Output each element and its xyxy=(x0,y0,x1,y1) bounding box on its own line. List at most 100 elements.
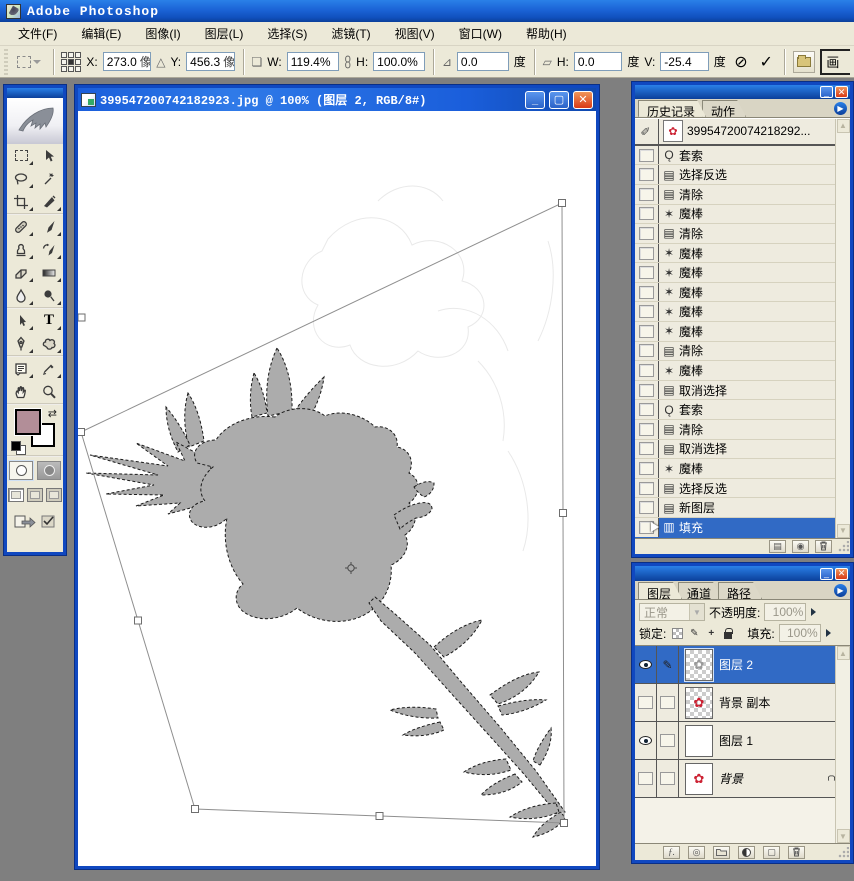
layers-close-button[interactable]: ✕ xyxy=(835,568,848,580)
fullscreen-menubar-button[interactable] xyxy=(27,488,43,502)
history-item[interactable]: ✶魔棒 xyxy=(635,302,835,322)
gradient-tool[interactable] xyxy=(35,261,63,284)
link-well[interactable] xyxy=(657,760,679,797)
layer-set-button[interactable] xyxy=(713,846,730,859)
tab-actions[interactable]: 动作 xyxy=(702,100,746,117)
layer-thumbnail[interactable]: ✿ xyxy=(685,649,713,681)
eyedropper-tool[interactable] xyxy=(35,357,63,380)
width-input[interactable]: 119.4% xyxy=(287,52,339,71)
default-colors-icon[interactable] xyxy=(11,441,25,453)
jump-to-imageready-icon[interactable] xyxy=(14,513,36,529)
eraser-tool[interactable] xyxy=(7,261,35,284)
notes-tool[interactable] xyxy=(7,357,35,380)
tab-paths[interactable]: 路径 xyxy=(718,582,762,599)
history-palette-titlebar[interactable]: _ ✕ xyxy=(635,85,850,99)
document-maximize-button[interactable]: ▢ xyxy=(549,91,569,109)
layer-row[interactable]: ✿ 背景 副本 xyxy=(635,684,835,722)
history-snapshot-row[interactable]: ✎ ✿ 39954720074218292... xyxy=(635,119,835,146)
imageready-check-icon[interactable] xyxy=(41,514,56,528)
blur-tool[interactable] xyxy=(7,284,35,307)
fill-input[interactable]: 100% xyxy=(779,624,821,642)
history-item[interactable]: ✶魔棒 xyxy=(635,283,835,303)
relative-position-toggle[interactable]: △ xyxy=(156,55,165,69)
menu-help[interactable]: 帮助(H) xyxy=(514,22,579,45)
x-input[interactable]: 273.0像 xyxy=(103,52,152,71)
transform-handle-top-mid[interactable] xyxy=(78,314,85,321)
tab-layers[interactable]: 图层 xyxy=(638,582,682,599)
slice-tool[interactable] xyxy=(35,190,63,213)
path-selection-tool[interactable] xyxy=(7,309,35,332)
swap-colors-icon[interactable]: ⇄ xyxy=(48,407,57,420)
document-minimize-button[interactable]: _ xyxy=(525,91,545,109)
history-item[interactable]: ▤清除 xyxy=(635,420,835,440)
history-close-button[interactable]: ✕ xyxy=(835,86,848,98)
healing-brush-tool[interactable] xyxy=(7,215,35,238)
palette-well-tab[interactable]: 画 xyxy=(820,49,850,75)
history-item[interactable]: Ǫ套索 xyxy=(635,146,835,166)
visibility-well[interactable] xyxy=(635,684,657,721)
file-browser-button[interactable] xyxy=(793,51,815,73)
document-close-button[interactable]: ✕ xyxy=(573,91,593,109)
layer-row-selected[interactable]: ✎ ✿ 图层 2 xyxy=(635,646,835,684)
rotate-input[interactable]: 0.0 xyxy=(457,52,509,71)
history-brush-tool[interactable] xyxy=(35,238,63,261)
type-tool[interactable]: T xyxy=(35,309,63,332)
menu-view[interactable]: 视图(V) xyxy=(383,22,447,45)
quick-mask-mode-button[interactable] xyxy=(37,461,61,480)
resize-grip[interactable] xyxy=(837,541,849,553)
photoshop-feather-logo[interactable] xyxy=(7,98,63,144)
scroll-up-icon[interactable]: ▲ xyxy=(837,119,850,133)
resize-grip[interactable] xyxy=(837,847,849,859)
hand-tool[interactable] xyxy=(7,380,35,403)
fullscreen-button[interactable] xyxy=(46,488,62,502)
transform-handle-bottom-mid[interactable] xyxy=(376,813,383,820)
layers-palette-titlebar[interactable]: _ ✕ xyxy=(635,566,850,581)
lock-all-icon[interactable] xyxy=(721,626,735,640)
history-item[interactable]: ▤选择反选 xyxy=(635,479,835,499)
pen-tool[interactable] xyxy=(7,332,35,355)
transform-tool-icon[interactable] xyxy=(15,51,44,73)
menu-filter[interactable]: 滤镜(T) xyxy=(319,22,382,45)
layers-scrollbar[interactable]: ▲ ▼ xyxy=(835,646,850,843)
history-item[interactable]: Ǫ套索 xyxy=(635,400,835,420)
link-dimensions-icon[interactable] xyxy=(344,54,352,70)
standard-mode-button[interactable] xyxy=(9,461,33,480)
link-well[interactable]: ✎ xyxy=(657,646,679,683)
delete-state-button[interactable] xyxy=(815,540,832,553)
custom-shape-tool[interactable] xyxy=(35,332,63,355)
history-item[interactable]: ✶魔棒 xyxy=(635,244,835,264)
toolbox-titlebar[interactable] xyxy=(7,88,63,98)
document-titlebar[interactable]: 399547200742182923.jpg @ 100% (图层 2, RGB… xyxy=(78,88,596,111)
brush-tool[interactable] xyxy=(35,215,63,238)
history-item[interactable]: ✶魔棒 xyxy=(635,361,835,381)
menu-edit[interactable]: 编辑(E) xyxy=(69,22,133,45)
scroll-down-icon[interactable]: ▼ xyxy=(837,524,850,538)
history-menu-button[interactable]: ▶ xyxy=(834,102,847,115)
zoom-tool[interactable] xyxy=(35,380,63,403)
magic-wand-tool[interactable] xyxy=(35,167,63,190)
menu-image[interactable]: 图像(I) xyxy=(133,22,192,45)
new-snapshot-button[interactable]: ◉ xyxy=(792,540,809,553)
transform-handle-bottom-right[interactable] xyxy=(561,820,568,827)
transform-handle-left[interactable] xyxy=(78,429,85,436)
opacity-input[interactable]: 100% xyxy=(764,603,806,621)
canvas[interactable] xyxy=(78,111,596,866)
tab-channels[interactable]: 通道 xyxy=(678,582,722,599)
history-source-well[interactable]: ✎ xyxy=(635,119,659,144)
move-tool[interactable] xyxy=(35,144,63,167)
tab-history[interactable]: 历史记录 xyxy=(638,100,706,117)
menu-layer[interactable]: 图层(L) xyxy=(193,22,256,45)
lasso-tool[interactable] xyxy=(7,167,35,190)
crop-tool[interactable] xyxy=(7,190,35,213)
visibility-well[interactable] xyxy=(635,722,657,759)
menu-file[interactable]: 文件(F) xyxy=(6,22,69,45)
history-item[interactable]: ✶魔棒 xyxy=(635,459,835,479)
visibility-well[interactable] xyxy=(635,646,657,683)
link-well[interactable] xyxy=(657,684,679,721)
snapshot-thumbnail[interactable]: ✿ xyxy=(663,120,683,142)
history-item[interactable]: ✶魔棒 xyxy=(635,322,835,342)
history-item[interactable]: ✶魔棒 xyxy=(635,205,835,225)
adjustment-layer-button[interactable] xyxy=(738,846,755,859)
skew-v-input[interactable]: -25.4 xyxy=(660,52,709,71)
new-document-from-state-button[interactable]: ▤ xyxy=(769,540,786,553)
